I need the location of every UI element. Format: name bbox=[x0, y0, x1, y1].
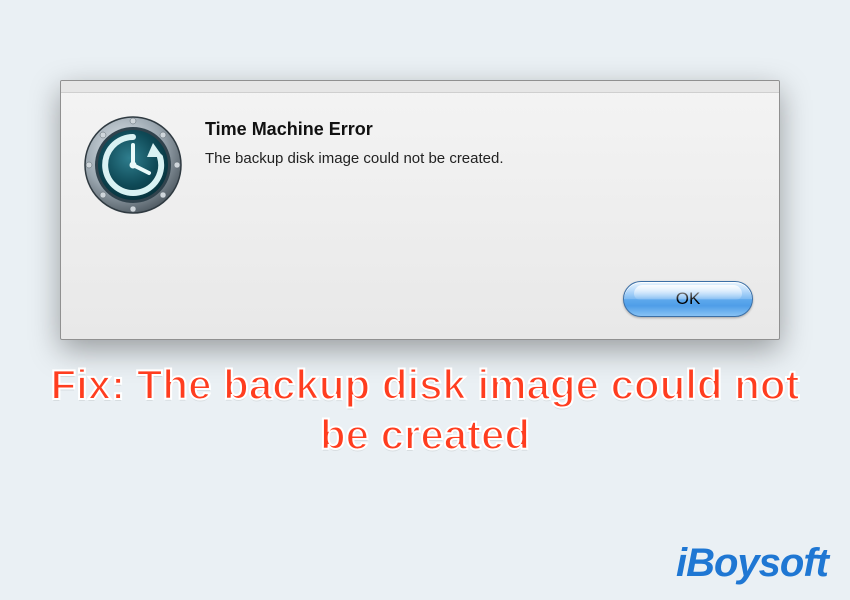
watermark-logo: iBoysoft bbox=[676, 541, 828, 586]
dialog-title: Time Machine Error bbox=[205, 119, 753, 140]
overlay-caption: Fix: The backup disk image could not be … bbox=[0, 360, 850, 461]
dialog-text-column: Time Machine Error The backup disk image… bbox=[205, 111, 753, 215]
dialog-body: Time Machine Error The backup disk image… bbox=[61, 93, 779, 233]
dialog-button-row: OK bbox=[623, 281, 753, 317]
error-dialog: Time Machine Error The backup disk image… bbox=[60, 80, 780, 340]
time-machine-icon bbox=[83, 115, 183, 215]
dialog-title-bar bbox=[61, 81, 779, 93]
dialog-message: The backup disk image could not be creat… bbox=[205, 150, 753, 167]
ok-button[interactable]: OK bbox=[623, 281, 753, 317]
dialog-icon-wrap bbox=[83, 111, 183, 215]
